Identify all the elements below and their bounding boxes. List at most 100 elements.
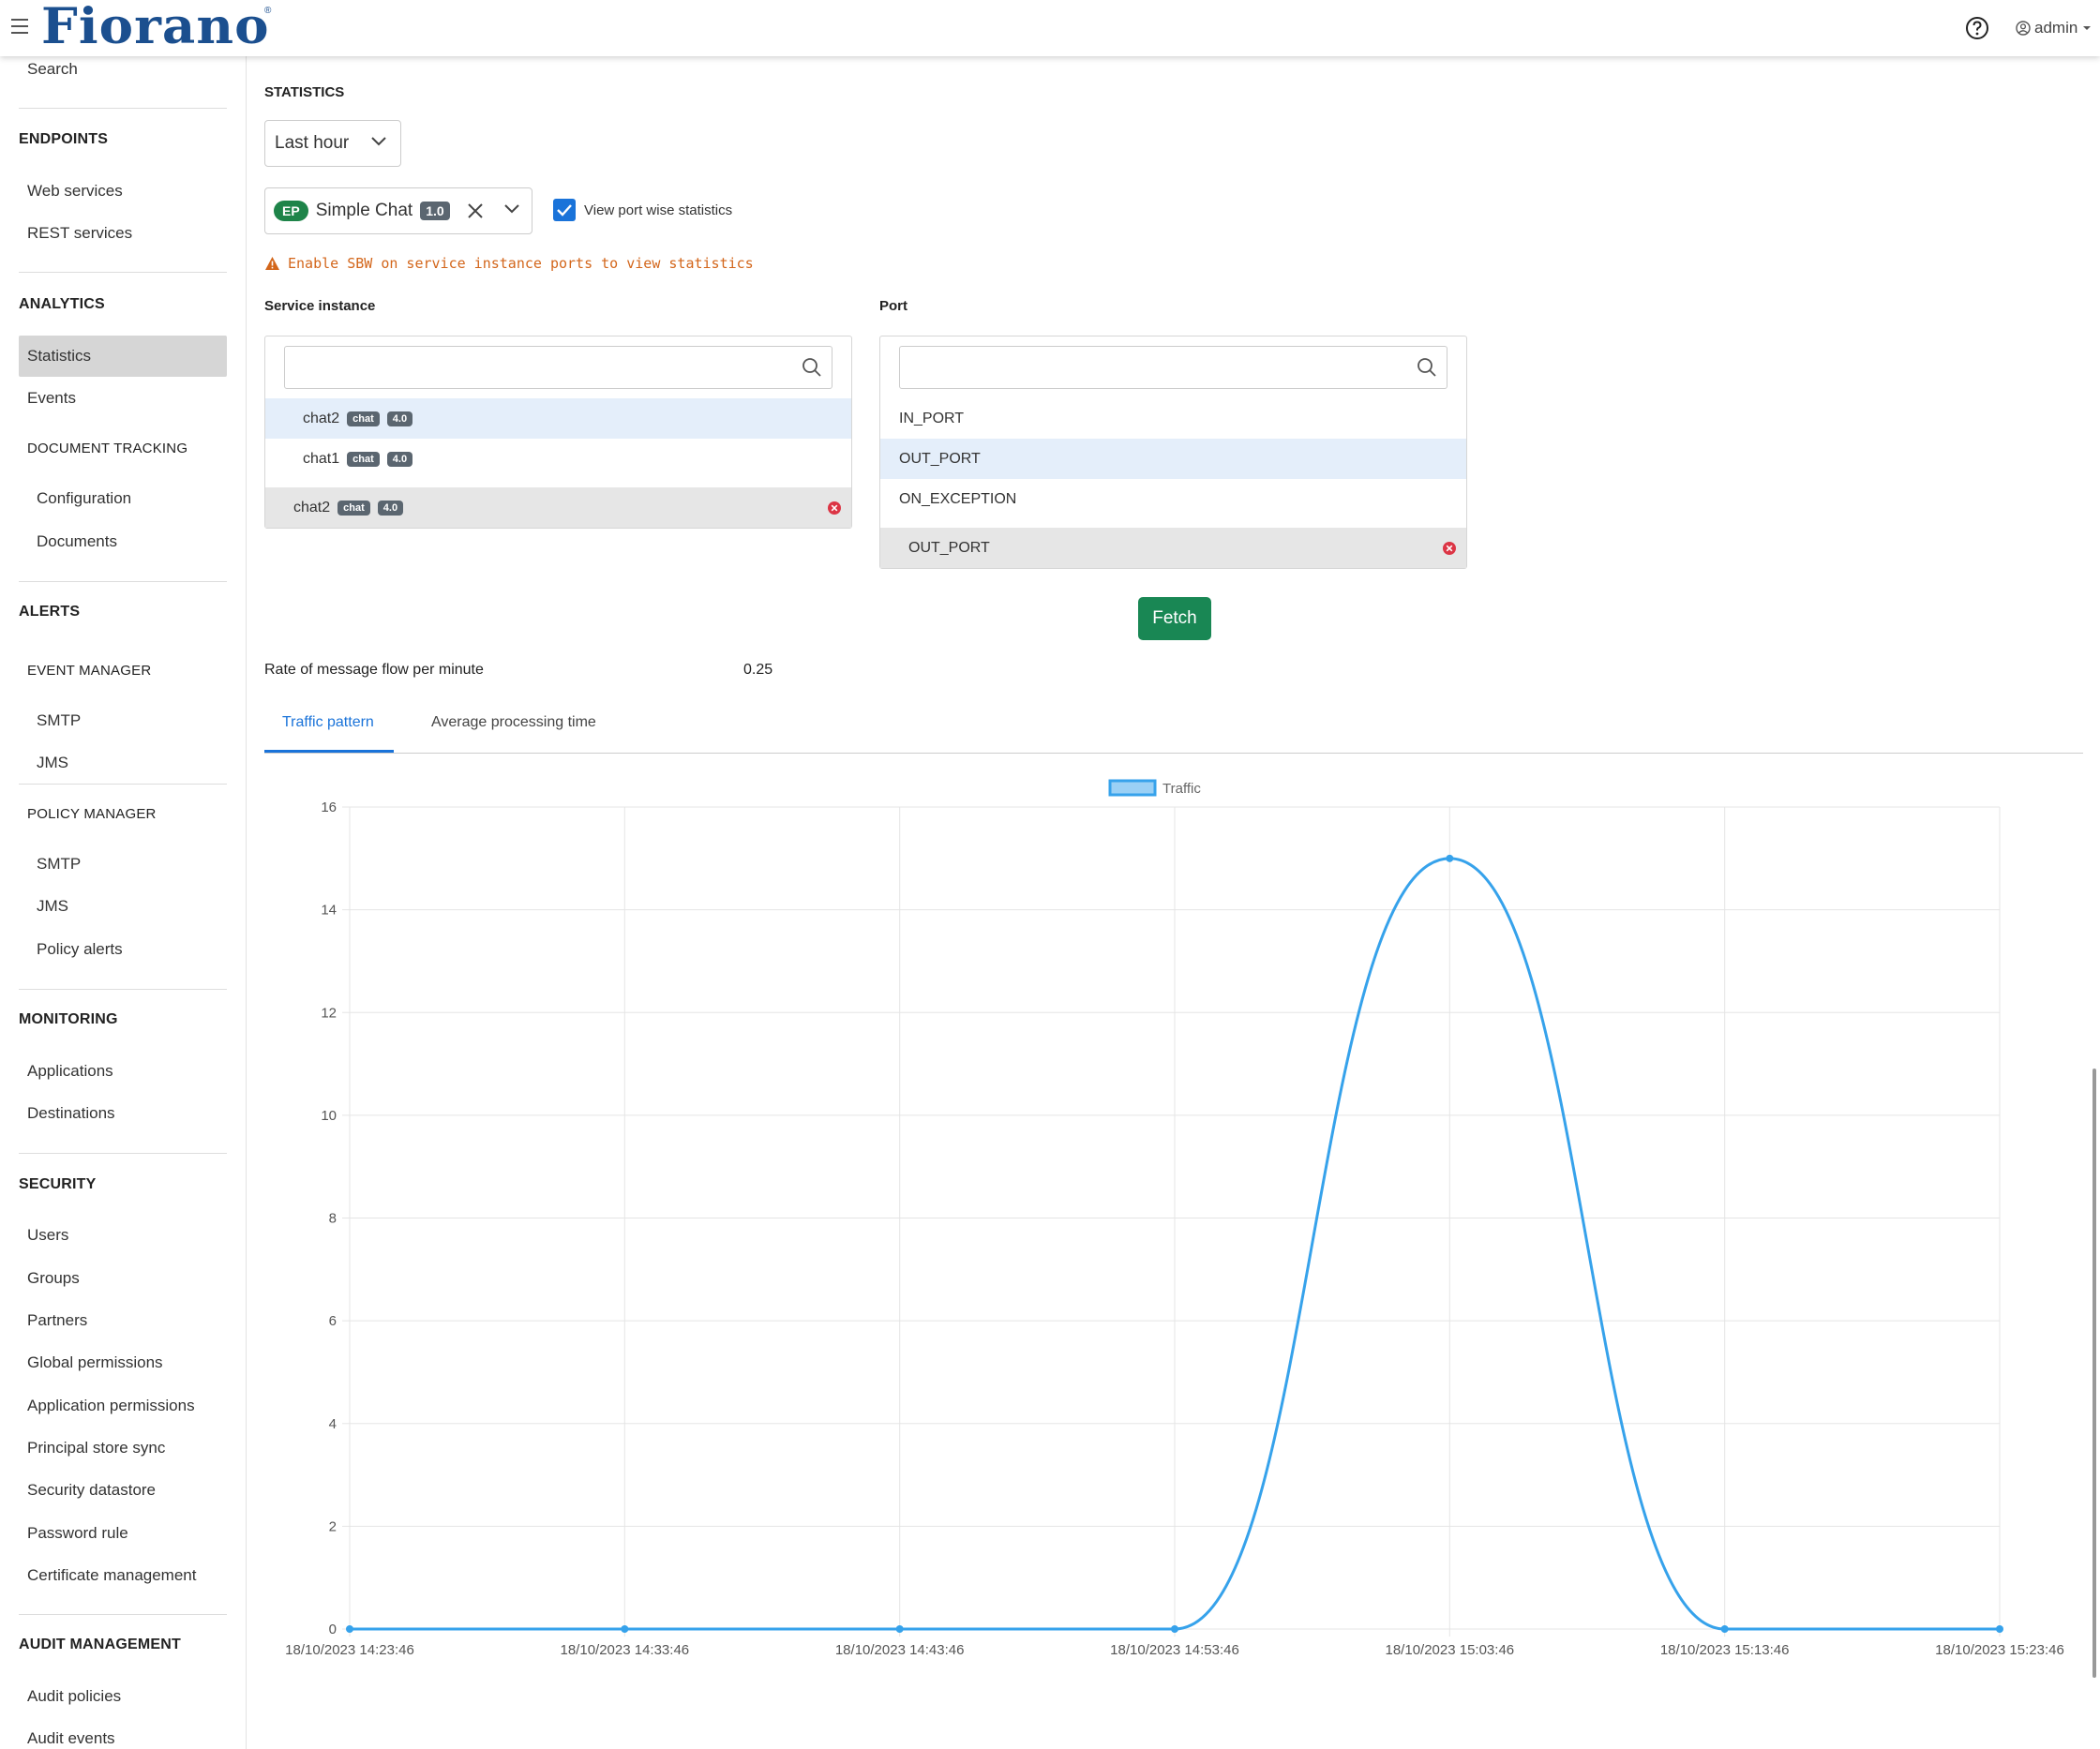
section-security: SECURITY — [19, 1176, 97, 1192]
sidebar-item-application-permissions[interactable]: Application permissions — [27, 1397, 195, 1415]
remove-icon[interactable] — [827, 501, 842, 516]
sidebar-item-configuration[interactable]: Configuration — [37, 489, 131, 508]
sidebar-item-events[interactable]: Events — [27, 389, 76, 408]
user-menu[interactable]: admin — [2016, 19, 2092, 37]
chevron-down-icon — [371, 137, 386, 146]
option-name: chat2 — [303, 410, 340, 426]
version-badge: 4.0 — [386, 411, 413, 426]
port-wise-checkbox[interactable] — [553, 199, 576, 221]
legend-swatch — [1108, 779, 1157, 797]
section-analytics: ANALYTICS — [19, 296, 105, 312]
sidebar-item-audit-policies[interactable]: Audit policies — [27, 1687, 121, 1706]
sidebar-item-principal-store-sync[interactable]: Principal store sync — [27, 1439, 165, 1458]
port-option[interactable]: ON_EXCEPTION — [880, 479, 1466, 519]
application-select[interactable]: EP Simple Chat 1.0 — [264, 187, 532, 234]
service-instance-option[interactable]: chat2 chat 4.0 — [265, 398, 851, 439]
sidebar-item-audit-events[interactable]: Audit events — [27, 1729, 115, 1748]
option-name: chat1 — [303, 450, 340, 467]
y-tick-label: 0 — [329, 1622, 337, 1637]
sidebar-item-event-jms[interactable]: JMS — [37, 754, 68, 772]
tab-average-processing-time[interactable]: Average processing time — [431, 714, 596, 731]
service-instance-option[interactable]: chat1 chat 4.0 — [265, 439, 851, 479]
divider — [19, 1153, 227, 1154]
data-point — [895, 1625, 904, 1633]
help-icon[interactable] — [1965, 16, 1989, 40]
fetch-button[interactable]: Fetch — [1138, 597, 1211, 640]
data-point — [1996, 1625, 2003, 1633]
warning-icon — [265, 257, 279, 270]
chevron-down-icon[interactable] — [503, 203, 520, 215]
sidebar-item-certificate-management[interactable]: Certificate management — [27, 1566, 196, 1585]
page-scrollbar[interactable] — [2092, 1069, 2096, 1678]
sidebar-item-policy-alerts[interactable]: Policy alerts — [37, 940, 123, 959]
x-tick-label: 18/10/2023 14:33:46 — [561, 1642, 690, 1658]
sidebar-item-users[interactable]: Users — [27, 1226, 68, 1245]
sidebar-item-applications[interactable]: Applications — [27, 1062, 113, 1081]
divider — [19, 581, 227, 582]
option-name: IN_PORT — [899, 410, 965, 426]
chart-tabs: Traffic pattern Average processing time — [264, 701, 2083, 754]
version-badge: 4.0 — [377, 500, 404, 516]
port-label: Port — [879, 298, 908, 314]
sidebar-item-documents[interactable]: Documents — [37, 532, 117, 551]
version-badge: 4.0 — [386, 451, 413, 467]
section-monitoring: MONITORING — [19, 1011, 118, 1027]
x-tick-label: 18/10/2023 14:23:46 — [285, 1642, 414, 1658]
remove-icon[interactable] — [1442, 541, 1457, 556]
y-tick-label: 2 — [329, 1518, 337, 1534]
port-search-input[interactable] — [899, 346, 1448, 389]
sidebar-item-security-datastore[interactable]: Security datastore — [27, 1481, 156, 1500]
selected-port: OUT_PORT — [880, 528, 1466, 568]
sidebar-item-policy-smtp[interactable]: SMTP — [37, 855, 81, 874]
sidebar-group-event-manager[interactable]: EVENT MANAGER — [27, 663, 151, 679]
port-option[interactable]: OUT_PORT — [880, 439, 1466, 479]
service-instance-label: Service instance — [264, 298, 376, 314]
clear-icon[interactable] — [466, 202, 485, 220]
section-endpoints: ENDPOINTS — [19, 131, 109, 147]
time-range-select[interactable]: Last hour — [264, 120, 401, 167]
y-tick-label: 12 — [321, 1005, 337, 1021]
sidebar-item-global-permissions[interactable]: Global permissions — [27, 1353, 163, 1372]
port-wise-label[interactable]: View port wise statistics — [584, 202, 732, 218]
section-audit-management: AUDIT MANAGEMENT — [19, 1637, 181, 1652]
sidebar-group-policy-manager[interactable]: POLICY MANAGER — [27, 806, 157, 822]
active-tab-indicator — [264, 750, 394, 753]
rate-value: 0.25 — [743, 662, 773, 678]
port-option[interactable]: IN_PORT — [880, 398, 1466, 439]
sbw-warning-text: Enable SBW on service instance ports to … — [288, 255, 754, 272]
tab-traffic-pattern[interactable]: Traffic pattern — [282, 714, 374, 731]
sidebar-item-search[interactable]: Search — [27, 60, 78, 79]
y-tick-label: 14 — [321, 903, 337, 919]
sidebar-item-event-smtp[interactable]: SMTP — [37, 711, 81, 730]
sidebar-item-statistics[interactable]: Statistics — [27, 347, 91, 366]
sidebar-item-policy-jms[interactable]: JMS — [37, 897, 68, 916]
data-point — [1720, 1625, 1729, 1633]
selected-name: chat2 — [293, 499, 331, 516]
tag-badge: chat — [347, 451, 380, 467]
divider — [19, 989, 227, 990]
x-tick-label: 18/10/2023 14:43:46 — [835, 1642, 965, 1658]
sidebar-item-rest-services[interactable]: REST services — [27, 224, 132, 243]
time-range-value: Last hour — [275, 133, 350, 153]
selected-name: OUT_PORT — [908, 539, 990, 556]
selected-service-instance: chat2 chat 4.0 — [265, 487, 851, 528]
y-tick-label: 8 — [329, 1211, 337, 1227]
logo-registered-mark: ® — [264, 6, 272, 16]
sidebar-item-web-services[interactable]: Web services — [27, 182, 123, 201]
hamburger-menu-icon[interactable] — [11, 19, 28, 34]
divider — [19, 272, 227, 273]
top-bar: Fiorano ® admin — [0, 0, 2100, 56]
x-tick-label: 18/10/2023 15:23:46 — [1935, 1642, 2064, 1658]
sidebar-item-password-rule[interactable]: Password rule — [27, 1524, 128, 1543]
data-point — [346, 1625, 353, 1633]
fiorano-logo[interactable]: Fiorano ® — [41, 2, 271, 52]
sidebar-group-document-tracking[interactable]: DOCUMENT TRACKING — [27, 441, 188, 456]
sidebar-item-destinations[interactable]: Destinations — [27, 1104, 115, 1123]
page-title: STATISTICS — [264, 84, 345, 100]
service-instance-search-input[interactable] — [284, 346, 832, 389]
sidebar-item-partners[interactable]: Partners — [27, 1311, 87, 1330]
divider — [19, 784, 227, 785]
ep-badge: EP — [274, 201, 308, 221]
section-alerts: ALERTS — [19, 604, 81, 620]
sidebar-item-groups[interactable]: Groups — [27, 1269, 80, 1288]
